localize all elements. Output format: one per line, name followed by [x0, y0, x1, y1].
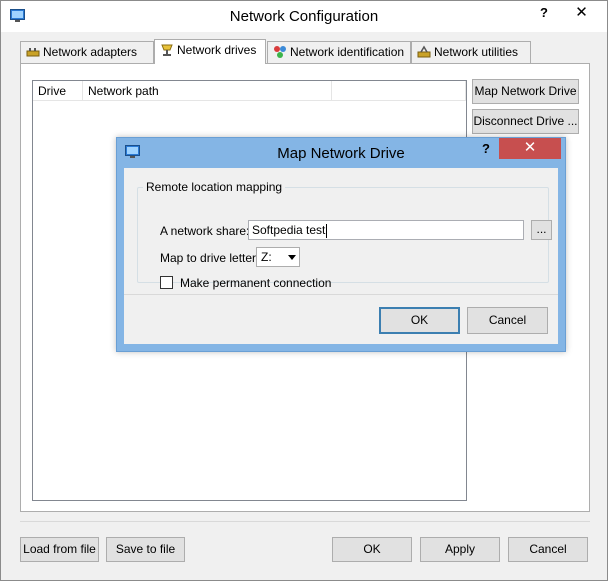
tab-label: Network identification — [290, 45, 405, 59]
ok-button[interactable]: OK — [332, 537, 412, 562]
column-header-network-path[interactable]: Network path — [83, 81, 332, 101]
permanent-connection-checkbox[interactable] — [160, 276, 173, 289]
dropdown-arrow-icon — [288, 255, 296, 260]
divider — [20, 521, 590, 522]
tab-network-drives[interactable]: Network drives — [154, 39, 266, 64]
network-utilities-icon — [417, 45, 431, 58]
column-header-drive[interactable]: Drive — [33, 81, 83, 101]
dialog-ok-button[interactable]: OK — [379, 307, 460, 334]
window-title: Network Configuration — [229, 8, 379, 25]
group-title: Remote location mapping — [143, 180, 286, 194]
tab-label: Network utilities — [434, 45, 519, 59]
network-adapter-icon — [26, 48, 40, 57]
text-caret — [326, 223, 328, 238]
close-button[interactable]: ✕ — [558, 1, 605, 25]
apply-button[interactable]: Apply — [420, 537, 500, 562]
disconnect-drive-button[interactable]: Disconnect Drive ... — [472, 109, 579, 134]
tab-network-utilities[interactable]: Network utilities — [411, 41, 531, 63]
network-share-value: Softpedia test — [252, 223, 326, 237]
network-identification-icon — [274, 46, 286, 58]
load-from-file-button[interactable]: Load from file — [20, 537, 99, 562]
dialog-body: A network share: Softpedia test ... Map … — [124, 168, 558, 344]
dialog-close-button[interactable]: ✕ — [499, 138, 561, 159]
drive-letter-select[interactable]: Z: — [256, 247, 300, 267]
dialog-cancel-button[interactable]: Cancel — [467, 307, 548, 334]
map-network-drive-dialog: Map Network Drive ? ✕ A network share: S… — [116, 137, 566, 352]
network-share-input[interactable]: Softpedia test — [248, 220, 524, 240]
drive-letter-label: Map to drive letter: — [160, 251, 260, 265]
network-drive-icon — [161, 44, 173, 56]
permanent-connection-label[interactable]: Make permanent connection — [180, 276, 331, 290]
dialog-divider — [124, 294, 558, 295]
remote-location-group: A network share: Softpedia test ... Map … — [137, 187, 552, 290]
dialog-help-button[interactable]: ? — [473, 138, 499, 160]
list-header: Drive Network path — [33, 81, 466, 101]
tab-network-adapters[interactable]: Network adapters — [20, 41, 154, 63]
network-share-label: A network share: — [160, 224, 250, 238]
tab-label: Network drives — [177, 43, 257, 57]
help-button[interactable]: ? — [531, 1, 557, 25]
cancel-button[interactable]: Cancel — [508, 537, 588, 562]
tab-network-identification[interactable]: Network identification — [267, 41, 411, 63]
title-bar: Network Configuration ? ✕ — [1, 1, 607, 32]
map-network-drive-button[interactable]: Map Network Drive — [472, 79, 579, 104]
column-header-blank[interactable] — [332, 81, 466, 101]
save-to-file-button[interactable]: Save to file — [106, 537, 185, 562]
tab-label: Network adapters — [43, 45, 138, 59]
drive-letter-value: Z: — [261, 250, 272, 264]
browse-button[interactable]: ... — [531, 220, 552, 240]
